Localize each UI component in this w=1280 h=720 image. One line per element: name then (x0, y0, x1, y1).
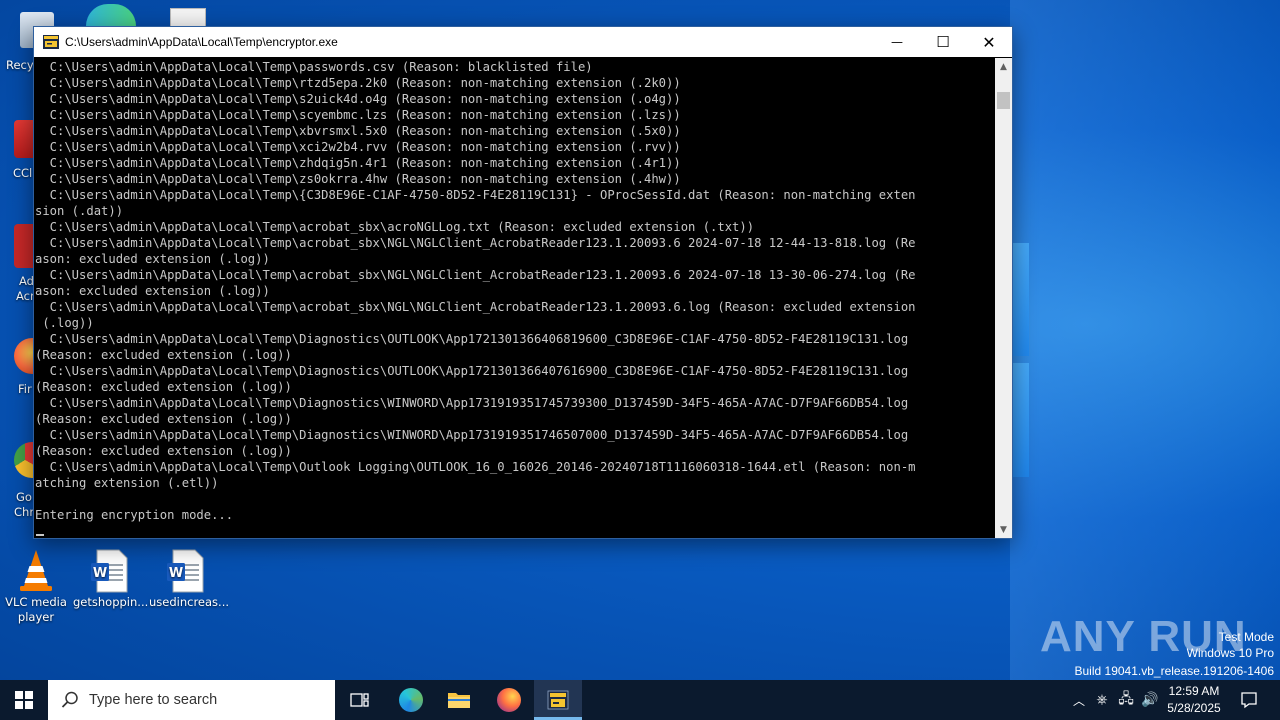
taskbar-search-box[interactable]: Type here to search (48, 680, 335, 720)
desktop-label-partial: Ad (19, 274, 34, 288)
search-icon (61, 691, 78, 708)
desktop-label-partial: Acr (16, 289, 35, 303)
console-app-icon (43, 34, 59, 50)
windows-logo-pane (1011, 243, 1029, 356)
console-line: C:\Users\admin\AppData\Local\Temp\Outloo… (49, 460, 916, 474)
desktop-light-beam (1010, 0, 1280, 680)
desktop-label-partial: Fir (18, 382, 32, 396)
close-button[interactable]: ✕ (966, 27, 1012, 57)
console-app-icon (547, 690, 569, 710)
taskbar-file-explorer-button[interactable] (436, 680, 482, 720)
windows-start-icon (15, 691, 33, 709)
edge-icon (86, 4, 136, 26)
search-placeholder: Type here to search (89, 692, 218, 708)
console-line: C:\Users\admin\AppData\Local\Temp\Diagno… (49, 396, 909, 410)
word-document-icon: W (87, 548, 131, 593)
desktop-icon-label: VLC media player (5, 595, 67, 624)
desktop-label-partial: Go (16, 490, 32, 504)
start-button[interactable] (0, 680, 48, 720)
desktop-icon-vlc[interactable]: VLC media player (0, 548, 72, 625)
svg-text:W: W (169, 566, 183, 581)
console-line: C:\Users\admin\AppData\Local\Temp\passwo… (49, 60, 593, 74)
minimize-icon: — (891, 35, 903, 49)
console-line: C:\Users\admin\AppData\Local\Temp\rtzd5e… (49, 76, 681, 90)
notification-center-button[interactable] (1234, 680, 1264, 720)
console-line: C:\Users\admin\AppData\Local\Temp\Diagno… (49, 428, 909, 442)
console-line: C:\Users\admin\AppData\Local\Temp\Diagno… (49, 332, 909, 346)
taskbar-console-app-button[interactable] (534, 680, 582, 720)
console-line: C:\Users\admin\AppData\Local\Temp\zs0okr… (49, 172, 681, 186)
console-line: C:\Users\admin\AppData\Local\Temp\scyemb… (49, 108, 681, 122)
build-label: Build 19041.vb_release.191206-1406 (1074, 664, 1275, 678)
notification-icon (1241, 692, 1257, 709)
tray-network-icon[interactable]: 🖧 (1114, 688, 1138, 712)
console-line: (Reason: excluded extension (.log)) (35, 348, 292, 362)
system-tray: ︿ ⎈ 🖧 🔊 (1068, 680, 1162, 720)
console-line: C:\Users\admin\AppData\Local\Temp\s2uick… (49, 92, 681, 106)
scroll-up-arrow-icon[interactable]: ▲ (995, 58, 1012, 75)
desktop-label-partial: Recy (6, 58, 34, 72)
taskbar-firefox-button[interactable] (486, 680, 532, 720)
console-line: atching extension (.etl)) (35, 476, 219, 490)
maximize-button[interactable]: ☐ (920, 27, 966, 57)
test-mode-label: Test Mode (1218, 630, 1274, 644)
close-icon: ✕ (982, 32, 996, 52)
scrollbar-thumb[interactable] (997, 92, 1010, 109)
console-output[interactable]: C:\Users\admin\AppData\Local\Temp\passwo… (34, 58, 994, 538)
console-line: C:\Users\admin\AppData\Local\Temp\acroba… (49, 220, 755, 234)
windows-edition-label: Windows 10 Pro (1186, 646, 1274, 660)
console-line: C:\Users\admin\AppData\Local\Temp\acroba… (49, 300, 916, 314)
console-line: C:\Users\admin\AppData\Local\Temp\xbvrsm… (49, 124, 681, 138)
desktop-icon-label: getshoppin... (73, 595, 149, 609)
console-cursor (36, 534, 44, 536)
console-line: (Reason: excluded extension (.log)) (35, 412, 292, 426)
desktop-icon-word-doc-1[interactable]: W getshoppin... (73, 548, 149, 610)
tray-overflow-chevron-icon[interactable]: ︿ (1068, 692, 1090, 709)
clock-date: 5/28/2025 (1167, 701, 1221, 715)
console-line: (.log)) (42, 316, 94, 330)
vlc-cone-icon (14, 548, 58, 592)
console-line: C:\Users\admin\AppData\Local\Temp\acroba… (49, 236, 916, 250)
folder-icon (448, 693, 470, 708)
console-line: C:\Users\admin\AppData\Local\Temp\xci2w2… (49, 140, 681, 154)
console-line: C:\Users\admin\AppData\Local\Temp\acroba… (49, 268, 916, 282)
console-line: (Reason: excluded extension (.log)) (35, 444, 292, 458)
tray-volume-icon[interactable]: 🔊 (1138, 692, 1162, 708)
maximize-icon: ☐ (936, 33, 950, 51)
console-line: C:\Users\admin\AppData\Local\Temp\{C3D8E… (49, 188, 916, 202)
console-text: C:\Users\admin\AppData\Local\Temp\passwo… (34, 58, 994, 523)
console-line: ason: excluded extension (.log)) (35, 252, 270, 266)
windows-logo-pane (1011, 363, 1029, 477)
console-line: C:\Users\admin\AppData\Local\Temp\zhdqig… (49, 156, 681, 170)
clock-time: 12:59 AM (1168, 684, 1220, 698)
minimize-button[interactable]: — (874, 27, 920, 57)
console-line: (Reason: excluded extension (.log)) (35, 380, 292, 394)
taskbar-clock[interactable]: 12:59 AM 5/28/2025 (1160, 683, 1228, 717)
tray-network-status-icon[interactable]: ⎈ (1090, 692, 1114, 708)
desktop-icon-label: usedincreas... (149, 595, 230, 609)
acrobat-icon (14, 224, 34, 268)
console-window[interactable]: C:\Users\admin\AppData\Local\Temp\encryp… (33, 26, 1013, 539)
vertical-scrollbar[interactable]: ▲ ▼ (995, 58, 1012, 538)
svg-text:W: W (93, 566, 107, 581)
desktop-icon-edge[interactable] (86, 4, 138, 28)
edge-icon (399, 688, 423, 712)
task-view-icon (350, 693, 369, 707)
scroll-down-arrow-icon[interactable]: ▼ (995, 521, 1012, 538)
desktop-label-partial: CCl (13, 166, 33, 180)
taskbar: Type here to search ︿ ⎈ 🖧 🔊 12:59 AM 5/2… (0, 680, 1280, 720)
console-line: C:\Users\admin\AppData\Local\Temp\Diagno… (49, 364, 909, 378)
task-view-button[interactable] (338, 680, 382, 720)
desktop-icon-word-doc-2[interactable]: W usedincreas... (149, 548, 229, 610)
console-line: Entering encryption mode... (35, 508, 234, 522)
window-title: C:\Users\admin\AppData\Local\Temp\encryp… (65, 35, 338, 49)
window-titlebar[interactable]: C:\Users\admin\AppData\Local\Temp\encryp… (34, 27, 1012, 57)
console-line: ason: excluded extension (.log)) (35, 284, 270, 298)
word-document-icon: W (163, 548, 207, 593)
taskbar-edge-button[interactable] (388, 680, 434, 720)
console-line: sion (.dat)) (35, 204, 124, 218)
firefox-icon (497, 688, 521, 712)
desktop-label-partial: Chr (14, 505, 35, 519)
